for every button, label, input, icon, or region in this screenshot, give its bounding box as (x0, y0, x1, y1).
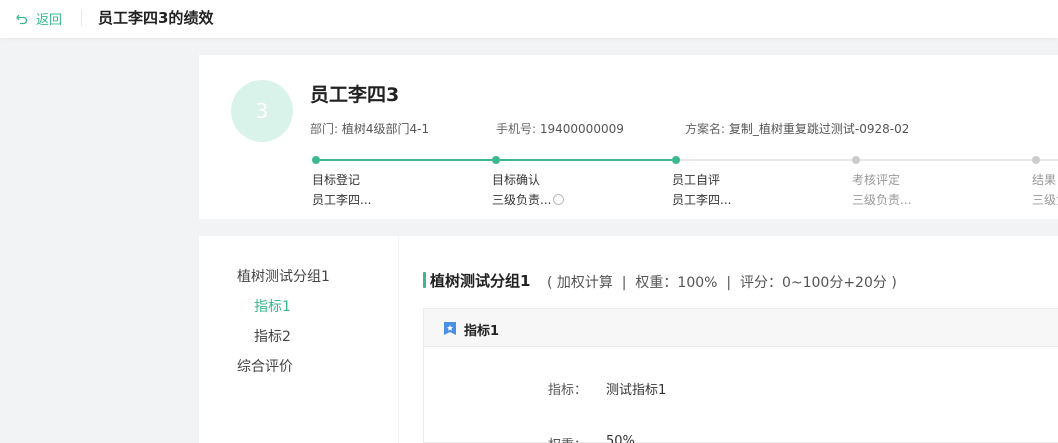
step-dot-pending (852, 156, 860, 164)
top-bar: 返回 员工李四3的绩效 (0, 0, 1058, 38)
group-meta: ( 加权计算 | 权重：100% | 评分：0~100分+20分 ) (547, 275, 897, 291)
step-person: 员工李四... (672, 193, 732, 207)
step-person: 三级负 (1032, 193, 1058, 207)
indicator-value: 测试指标1 (606, 383, 667, 398)
page-title: 员工李四3的绩效 (98, 9, 214, 27)
progress-steps: 目标登记 员工李四... 目标确认 三级负责... 员工自评 员工李四... 考… (199, 153, 1058, 213)
weight-label: 权重： (548, 434, 587, 443)
weight-value: 50% (606, 434, 635, 443)
sidebar-group[interactable]: 植树测试分组1 (237, 266, 330, 286)
phone-label: 手机号: (496, 122, 537, 136)
indicator-title: 指标1 (464, 324, 500, 339)
step-dot-pending (1032, 156, 1040, 164)
avatar: 3 (231, 80, 293, 142)
step-name: 结果 (1032, 173, 1057, 187)
phone-value: 19400000009 (539, 122, 624, 136)
plan-info: 方案名: 复制_植树重复跳过测试-0928-02 (685, 120, 909, 137)
step-person: 员工李四... (312, 193, 372, 207)
group-accent-bar (423, 272, 426, 288)
plan-label: 方案名: (685, 122, 726, 136)
step-connector (500, 159, 672, 161)
department-info: 部门: 植树4级部门4-1 (310, 120, 429, 137)
step-name: 目标登记 (312, 173, 361, 187)
employee-profile-card: 3 员工李四3 部门: 植树4级部门4-1 手机号: 19400000009 方… (199, 55, 1058, 219)
step-connector (680, 159, 852, 161)
step-name: 员工自评 (672, 173, 721, 187)
header-divider (81, 10, 82, 26)
indicator-card-header: 指标1 (424, 309, 1058, 347)
indicator-sidebar: 植树测试分组1 指标1 指标2 综合评价 (199, 236, 398, 443)
clock-icon[interactable] (553, 194, 565, 205)
main-content: 植树测试分组1 ( 加权计算 | 权重：100% | 评分：0~100分+20分… (399, 236, 1058, 443)
employee-name: 员工李四3 (310, 84, 400, 106)
department-value: 植树4级部门4-1 (341, 122, 430, 136)
step-dot-done (312, 156, 320, 164)
sidebar-item-indicator-1[interactable]: 指标1 (254, 296, 291, 316)
indicator-card: 指标1 指标： 测试指标1 权重： 50% (423, 308, 1058, 443)
star-badge-icon (444, 322, 456, 335)
step-person: 三级负责... (492, 191, 565, 208)
group-title: 植树测试分组1 (430, 272, 531, 290)
step-dot-done (492, 156, 500, 164)
sidebar-item-summary[interactable]: 综合评价 (237, 356, 293, 376)
step-connector (860, 159, 1032, 161)
back-label: 返回 (36, 13, 63, 28)
back-arrow-icon (16, 14, 28, 24)
phone-info: 手机号: 19400000009 (496, 120, 624, 137)
plan-value: 复制_植树重复跳过测试-0928-02 (728, 122, 910, 136)
step-name: 目标确认 (492, 173, 541, 187)
step-dot-done (672, 156, 680, 164)
step-person: 三级负责... (852, 193, 912, 207)
back-button[interactable]: 返回 (16, 9, 62, 28)
step-connector (320, 159, 492, 161)
sidebar-item-indicator-2[interactable]: 指标2 (254, 326, 291, 346)
department-label: 部门: (310, 122, 339, 136)
step-name: 考核评定 (852, 173, 901, 187)
indicator-label: 指标： (548, 383, 588, 398)
step-connector (1040, 159, 1058, 161)
